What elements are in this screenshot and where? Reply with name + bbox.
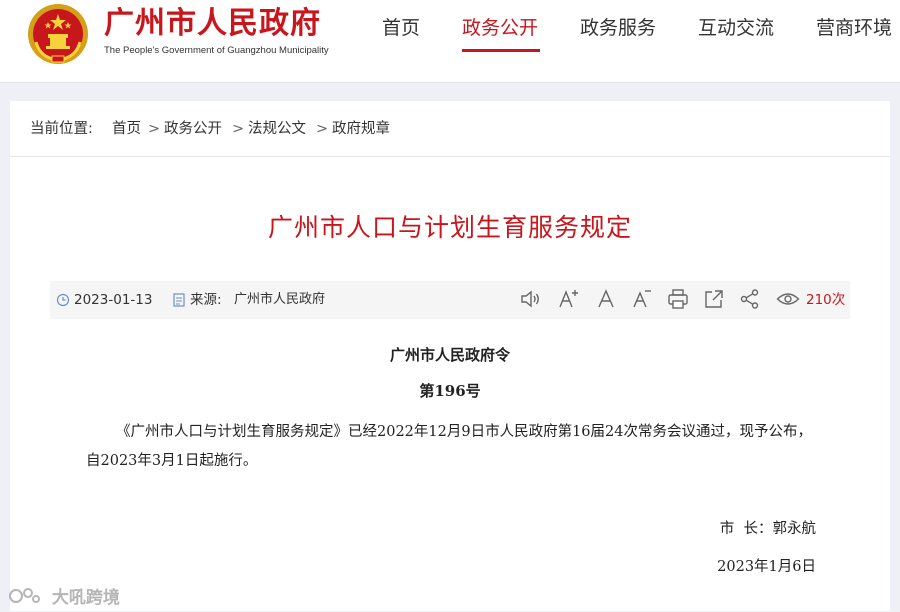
speaker-icon[interactable] — [518, 287, 542, 311]
content-card: 当前位置: 首页 > 政务公开 > 法规公文 > 政府规章 广州市人口与计划生育… — [10, 101, 890, 611]
font-reset-icon[interactable] — [594, 287, 618, 311]
article-title: 广州市人口与计划生育服务规定 — [267, 213, 632, 242]
document-icon — [172, 290, 186, 316]
breadcrumb-item-government-affairs[interactable]: 政务公开 — [164, 119, 222, 139]
decree-signer: 市 长：郭永航 — [719, 521, 816, 537]
breadcrumb-separator: > — [148, 121, 161, 137]
nav-item-home[interactable]: 首页 — [382, 15, 420, 41]
decree-number: 第196号 — [419, 382, 481, 400]
share-out-icon[interactable] — [702, 287, 726, 311]
font-increase-icon[interactable] — [556, 287, 580, 311]
decree-date: 2023年1月6日 — [717, 559, 816, 575]
breadcrumb-prefix: 当前位置: — [30, 121, 93, 137]
breadcrumb: 当前位置: 首页 > 政务公开 > 法规公文 > 政府规章 — [10, 101, 890, 157]
watermark-text: 大吼跨境 — [51, 588, 120, 608]
national-emblem-icon[interactable] — [26, 2, 90, 66]
breadcrumb-item-government-rules[interactable]: 政府规章 — [332, 119, 390, 139]
breadcrumb-separator: > — [232, 121, 245, 137]
font-decrease-icon[interactable] — [630, 287, 654, 311]
site-title-english: The People's Government of Guangzhou Mun… — [104, 45, 329, 56]
publish-date: 2023-01-13 — [74, 292, 153, 308]
nav-item-interaction[interactable]: 互动交流 — [698, 15, 774, 41]
article-meta-bar: 2023-01-13 来源: 广州市人民政府 210次 — [50, 281, 850, 319]
clock-icon — [56, 290, 70, 316]
breadcrumb-item-home[interactable]: 首页 — [112, 119, 141, 139]
breadcrumb-item-regulations[interactable]: 法规公文 — [248, 119, 306, 139]
print-icon[interactable] — [666, 287, 690, 311]
nav-item-government-services[interactable]: 政务服务 — [580, 15, 656, 41]
source-label: 来源: — [190, 292, 222, 308]
view-count: 210次 — [806, 292, 846, 308]
site-title[interactable]: 广州市人民政府 — [104, 6, 321, 42]
breadcrumb-separator: > — [316, 121, 329, 137]
decree-body: 《广州市人口与计划生育服务规定》已经2022年12月9日市人民政府第16届24次… — [86, 424, 812, 469]
site-header: 广州市人民政府 The People's Government of Guang… — [0, 0, 900, 83]
watermark-logo-icon — [8, 585, 42, 612]
source-value: 广州市人民政府 — [234, 292, 326, 307]
watermark: 大吼跨境 — [8, 583, 120, 608]
nav-item-government-affairs[interactable]: 政务公开 — [462, 15, 538, 41]
nav-active-indicator — [462, 49, 540, 52]
nav-item-business-environment[interactable]: 营商环境 — [816, 15, 892, 41]
share-icon[interactable] — [738, 287, 762, 311]
decree-heading: 广州市人民政府令 — [389, 346, 510, 364]
eye-icon — [776, 287, 800, 311]
